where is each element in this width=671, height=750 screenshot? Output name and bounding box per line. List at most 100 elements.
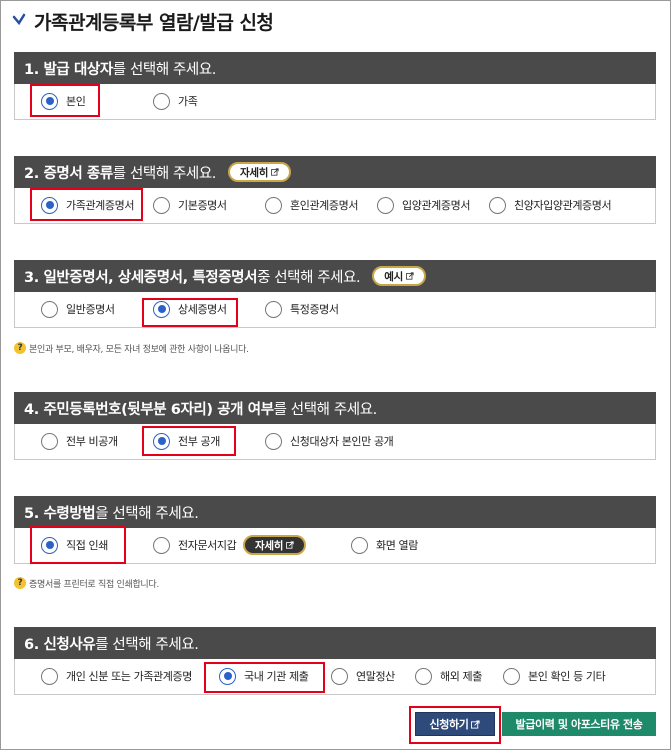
details-button[interactable]: 자세히 xyxy=(243,535,307,555)
section-certificate-type: 2. 증명서 종류 를 선택해 주세요. 자세히 가족관계증명서 기본증명서 혼인… xyxy=(14,156,656,224)
help-note-text: 증명서를 프린터로 직접 인쇄합니다. xyxy=(29,579,159,590)
example-button[interactable]: 예시 xyxy=(372,266,427,286)
option-label: 특정증명서 xyxy=(290,303,339,316)
page-title-text: 가족관계등록부 열람/발급 신청 xyxy=(34,11,274,34)
radio-option-direct-print[interactable]: 직접 인쇄 xyxy=(41,528,108,562)
external-link-icon xyxy=(271,168,279,176)
radio-option-general[interactable]: 일반증명서 xyxy=(41,292,115,326)
section-title-suffix: 을 선택해 주세요. xyxy=(95,505,199,522)
radio-option-adoption[interactable]: 입양관계증명서 xyxy=(377,188,470,222)
section-title: 2. 증명서 종류 xyxy=(24,165,113,182)
section-header: 5. 수령방법 을 선택해 주세요. xyxy=(14,496,656,528)
option-label: 상세증명서 xyxy=(178,303,227,316)
radio-option-full-adoption[interactable]: 친양자입양관계증명서 xyxy=(489,188,612,222)
details-button-label: 자세히 xyxy=(255,539,284,552)
radio-button[interactable] xyxy=(219,667,236,685)
option-label: 전부 비공개 xyxy=(66,435,118,448)
section-title-suffix: 를 선택해 주세요. xyxy=(95,636,199,653)
section-title: 5. 수령방법 xyxy=(24,505,96,522)
radio-button[interactable] xyxy=(265,196,282,214)
option-row: 개인 신분 또는 가족관계증명 국내 기관 제출 연말정산 해외 제출 본인 확… xyxy=(14,659,656,695)
help-note: ? 증명서를 프린터로 직접 인쇄합니다. xyxy=(14,576,159,590)
option-label: 본인 확인 등 기타 xyxy=(528,670,606,683)
radio-option-domestic[interactable]: 국내 기관 제출 xyxy=(219,659,309,693)
section-header: 2. 증명서 종류 를 선택해 주세요. 자세히 xyxy=(14,156,656,188)
radio-button[interactable] xyxy=(41,196,58,214)
radio-button[interactable] xyxy=(265,300,282,318)
option-label: 기본증명서 xyxy=(178,199,227,212)
option-label: 본인 xyxy=(66,95,86,108)
option-label: 연말정산 xyxy=(356,670,395,683)
radio-button[interactable] xyxy=(265,432,282,450)
radio-option-specific[interactable]: 특정증명서 xyxy=(265,292,339,326)
external-link-icon xyxy=(406,272,414,280)
radio-option-family-relation[interactable]: 가족관계증명서 xyxy=(41,188,134,222)
radio-button[interactable] xyxy=(41,667,58,685)
option-row: 일반증명서 상세증명서 특정증명서 xyxy=(14,292,656,328)
radio-option-e-wallet[interactable]: 전자문서지갑 xyxy=(153,528,237,562)
radio-button[interactable] xyxy=(153,536,170,554)
radio-button[interactable] xyxy=(153,196,170,214)
question-mark-icon: ? xyxy=(14,577,26,589)
option-label: 전자문서지갑 xyxy=(178,539,237,552)
history-apostille-button[interactable]: 발급이력 및 아포스티유 전송 xyxy=(502,712,656,736)
radio-button[interactable] xyxy=(41,536,58,554)
radio-option-marriage[interactable]: 혼인관계증명서 xyxy=(265,188,358,222)
section-certificate-detail: 3. 일반증명서, 상세증명서, 특정증명서 중 선택해 주세요. 예시 일반증… xyxy=(14,260,656,328)
section-header: 6. 신청사유 를 선택해 주세요. xyxy=(14,627,656,659)
external-link-icon xyxy=(286,541,294,549)
radio-button[interactable] xyxy=(415,667,432,685)
section-title-suffix: 중 선택해 주세요. xyxy=(257,269,361,286)
radio-option-basic[interactable]: 기본증명서 xyxy=(153,188,227,222)
option-label: 개인 신분 또는 가족관계증명 xyxy=(66,670,192,683)
section-receipt-method: 5. 수령방법 을 선택해 주세요. 직접 인쇄 전자문서지갑 자세히 화면 열람 xyxy=(14,496,656,564)
radio-button[interactable] xyxy=(41,432,58,450)
radio-button[interactable] xyxy=(351,536,368,554)
section-title: 3. 일반증명서, 상세증명서, 특정증명서 xyxy=(24,269,258,286)
section-title-suffix: 를 선택해 주세요. xyxy=(112,61,217,78)
radio-button[interactable] xyxy=(41,300,58,318)
radio-option-identity[interactable]: 개인 신분 또는 가족관계증명 xyxy=(41,659,192,693)
section-recipient: 1. 발급 대상자 를 선택해 주세요. 본인 가족 xyxy=(14,52,656,120)
radio-button[interactable] xyxy=(377,196,394,214)
radio-option-detailed[interactable]: 상세증명서 xyxy=(153,292,227,326)
option-row: 전부 비공개 전부 공개 신청대상자 본인만 공개 xyxy=(14,424,656,460)
section-title-suffix: 를 선택해 주세요. xyxy=(112,165,217,182)
radio-option-all-public[interactable]: 전부 공개 xyxy=(153,424,220,458)
section-request-reason: 6. 신청사유 를 선택해 주세요. 개인 신분 또는 가족관계증명 국내 기관 … xyxy=(14,627,656,695)
radio-button[interactable] xyxy=(153,432,170,450)
radio-option-tax[interactable]: 연말정산 xyxy=(331,659,395,693)
section-resident-number: 4. 주민등록번호(뒷부분 6자리) 공개 여부 를 선택해 주세요. 전부 비공… xyxy=(14,392,656,460)
radio-button[interactable] xyxy=(503,667,520,685)
details-button-label: 자세히 xyxy=(240,166,269,179)
radio-button[interactable] xyxy=(153,300,170,318)
option-row: 직접 인쇄 전자문서지갑 자세히 화면 열람 xyxy=(14,528,656,564)
radio-button[interactable] xyxy=(331,667,348,685)
external-link-icon xyxy=(471,719,480,729)
option-label: 직접 인쇄 xyxy=(66,539,108,552)
radio-option-family[interactable]: 가족 xyxy=(153,84,198,118)
section-title: 4. 주민등록번호(뒷부분 6자리) 공개 여부 xyxy=(24,401,274,418)
radio-option-other[interactable]: 본인 확인 등 기타 xyxy=(503,659,606,693)
radio-option-self-only[interactable]: 신청대상자 본인만 공개 xyxy=(265,424,394,458)
radio-option-all-private[interactable]: 전부 비공개 xyxy=(41,424,118,458)
section-header: 3. 일반증명서, 상세증명서, 특정증명서 중 선택해 주세요. 예시 xyxy=(14,260,656,292)
section-header: 4. 주민등록번호(뒷부분 6자리) 공개 여부 를 선택해 주세요. xyxy=(14,392,656,424)
radio-option-self[interactable]: 본인 xyxy=(41,84,86,118)
radio-button[interactable] xyxy=(489,196,506,214)
apply-button-label: 신청하기 xyxy=(429,718,469,731)
option-label: 국내 기관 제출 xyxy=(244,670,309,683)
details-button[interactable]: 자세히 xyxy=(228,162,292,182)
radio-button[interactable] xyxy=(41,92,58,110)
option-label: 혼인관계증명서 xyxy=(290,199,359,212)
radio-button[interactable] xyxy=(153,92,170,110)
option-label: 가족 xyxy=(178,95,198,108)
radio-option-screen-view[interactable]: 화면 열람 xyxy=(351,528,418,562)
apply-button[interactable]: 신청하기 xyxy=(415,712,495,736)
section-title: 1. 발급 대상자 xyxy=(24,61,113,78)
option-label: 친양자입양관계증명서 xyxy=(514,199,612,212)
option-label: 화면 열람 xyxy=(376,539,418,552)
option-label: 입양관계증명서 xyxy=(402,199,471,212)
page-title: 가족관계등록부 열람/발급 신청 xyxy=(12,6,274,36)
radio-option-overseas[interactable]: 해외 제출 xyxy=(415,659,482,693)
